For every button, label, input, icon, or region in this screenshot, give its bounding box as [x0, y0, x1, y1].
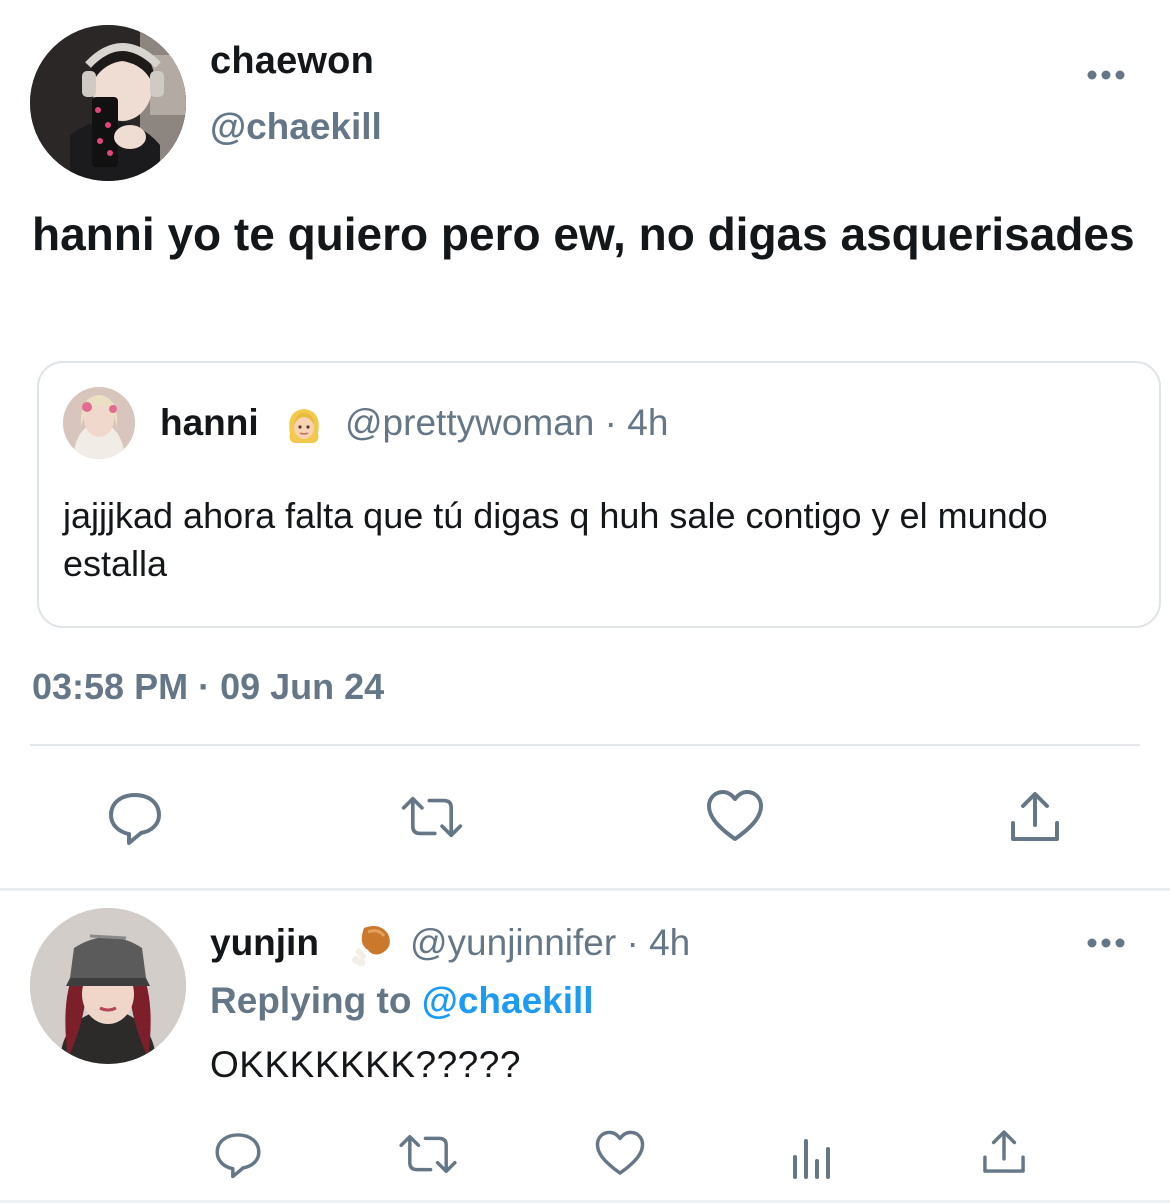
reply-icon — [109, 793, 161, 845]
reply-author-display-name[interactable]: yunjin — [210, 922, 319, 964]
reply-icon — [215, 1133, 261, 1179]
share-icon — [1011, 792, 1059, 841]
retweet-icon — [399, 1134, 457, 1174]
reply-share-button[interactable] — [972, 1120, 1036, 1184]
poultry-leg-emoji-icon — [350, 920, 394, 967]
reply-text: OKKKKKKK????? — [210, 1044, 521, 1085]
replying-to-prefix: Replying to — [210, 980, 412, 1021]
avatar-photo — [63, 387, 135, 459]
ellipsis-icon — [1087, 70, 1125, 80]
avatar-photo — [30, 908, 186, 1064]
reply-like-button[interactable] — [588, 1122, 652, 1186]
heart-icon — [595, 1130, 645, 1175]
reply-author-avatar[interactable] — [30, 908, 186, 1064]
retweet-button[interactable] — [400, 785, 464, 849]
reply-more-options-button[interactable] — [1084, 928, 1128, 958]
analytics-icon — [793, 1139, 830, 1179]
reply-retweet-button[interactable] — [396, 1122, 460, 1186]
reply-button[interactable] — [103, 785, 167, 849]
author-display-name[interactable]: chaewon — [210, 40, 374, 83]
share-icon — [983, 1130, 1025, 1173]
replying-to-line: Replying to @chaekill — [210, 980, 594, 1022]
blond-woman-emoji-icon — [284, 403, 324, 447]
tweet-text: hanni yo te quiero pero ew, no digas asq… — [32, 208, 1135, 260]
ellipsis-icon — [1087, 938, 1125, 948]
reply-analytics-button[interactable] — [780, 1124, 844, 1188]
quoted-author-handle-time[interactable]: @prettywoman · 4h — [345, 402, 668, 444]
author-avatar[interactable] — [30, 25, 186, 181]
share-button[interactable] — [1003, 785, 1067, 849]
heart-icon — [707, 790, 763, 841]
reply-reply-button[interactable] — [206, 1122, 270, 1186]
section-separator — [0, 888, 1170, 891]
like-button[interactable] — [703, 785, 767, 849]
author-handle[interactable]: @chaekill — [210, 106, 382, 148]
avatar-photo — [30, 25, 186, 181]
reply-author-handle-time[interactable]: @yunjinnifer · 4h — [410, 922, 690, 964]
more-options-button[interactable] — [1084, 60, 1128, 90]
quoted-author-display-name[interactable]: hanni — [160, 402, 259, 444]
divider — [30, 744, 1140, 746]
replying-to-mention-link[interactable]: @chaekill — [422, 980, 594, 1021]
quoted-tweet-text: jajjjkad ahora falta que tú digas q huh … — [63, 495, 1048, 584]
tweet-timestamp[interactable]: 03:58 PM · 09 Jun 24 — [32, 666, 384, 708]
quoted-author-avatar[interactable] — [63, 387, 135, 459]
retweet-icon — [401, 796, 463, 838]
